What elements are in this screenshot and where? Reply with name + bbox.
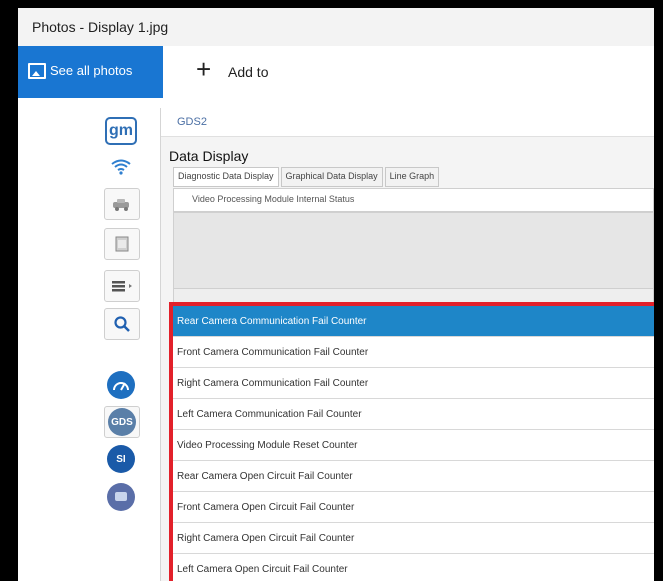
list-item-label: Front Camera Communication Fail Counter: [177, 347, 369, 358]
wifi-icon[interactable]: [104, 152, 138, 182]
list-item-label: Rear Camera Communication Fail Counter: [177, 316, 367, 327]
empty-panel: [173, 212, 654, 304]
list-item[interactable]: Right Camera Communication Fail Counter: [173, 368, 654, 399]
si-badge: SI: [107, 445, 135, 473]
photo-icon: [28, 63, 46, 79]
module-status-label: Video Processing Module Internal Status: [192, 194, 355, 204]
gds-badge: GDS: [108, 408, 136, 436]
list-item-label: Right Camera Open Circuit Fail Counter: [177, 533, 355, 544]
gds-header-label: GDS2: [177, 116, 207, 128]
profile-badge: [107, 483, 135, 511]
gauge-badge: [107, 371, 135, 399]
list-item-label: Front Camera Open Circuit Fail Counter: [177, 502, 355, 513]
list-item[interactable]: Rear Camera Open Circuit Fail Counter: [173, 461, 654, 492]
tab-line-graph[interactable]: Line Graph: [384, 167, 440, 187]
data-display-title: Data Display: [169, 148, 249, 164]
list-item-label: Video Processing Module Reset Counter: [177, 440, 358, 451]
see-all-photos-label: See all photos: [50, 63, 133, 78]
list-item[interactable]: Left Camera Communication Fail Counter: [173, 399, 654, 430]
see-all-photos-button[interactable]: See all photos: [18, 46, 163, 98]
list-item-label: Left Camera Open Circuit Fail Counter: [177, 564, 348, 575]
tab-graphical-data-display[interactable]: Graphical Data Display: [280, 167, 383, 187]
panel-strip: [174, 288, 653, 303]
data-display-tabs: Diagnostic Data Display Graphical Data D…: [173, 167, 441, 187]
gm-logo-icon[interactable]: gm: [104, 116, 138, 146]
profile-icon[interactable]: [104, 482, 138, 512]
list-item[interactable]: Video Processing Module Reset Counter: [173, 430, 654, 461]
gm-logo: gm: [105, 117, 137, 145]
title-bar: Photos - Display 1.jpg: [18, 8, 654, 46]
search-icon[interactable]: [104, 308, 140, 340]
gds-header: GDS2: [161, 108, 654, 137]
photos-toolbar: See all photos + Add to: [18, 46, 654, 98]
module-status-row[interactable]: Video Processing Module Internal Status: [173, 188, 654, 212]
list-item-label: Rear Camera Open Circuit Fail Counter: [177, 471, 353, 482]
window-title: Photos - Display 1.jpg: [32, 19, 169, 35]
list-item[interactable]: Right Camera Open Circuit Fail Counter: [173, 523, 654, 554]
vehicle-icon[interactable]: [104, 188, 140, 220]
add-to-label: Add to: [228, 64, 269, 80]
si-icon[interactable]: SI: [104, 444, 138, 474]
gds-sidebar: gm GDS SI: [98, 110, 156, 581]
list-menu-icon[interactable]: [104, 270, 140, 302]
list-item[interactable]: Rear Camera Communication Fail Counter: [173, 306, 654, 337]
list-item[interactable]: Left Camera Open Circuit Fail Counter: [173, 554, 654, 581]
module-icon[interactable]: [104, 228, 140, 260]
tab-diagnostic-data-display[interactable]: Diagnostic Data Display: [173, 167, 279, 187]
list-item-label: Left Camera Communication Fail Counter: [177, 409, 362, 420]
gauge-icon[interactable]: [104, 370, 138, 400]
highlighted-parameter-list: Rear Camera Communication Fail Counter F…: [169, 302, 654, 581]
list-item-label: Right Camera Communication Fail Counter: [177, 378, 369, 389]
photos-window: Photos - Display 1.jpg See all photos + …: [18, 8, 654, 581]
plus-icon: +: [196, 54, 212, 84]
list-item[interactable]: Front Camera Open Circuit Fail Counter: [173, 492, 654, 523]
gds-icon[interactable]: GDS: [104, 406, 140, 438]
photo-content: gm GDS SI GDS2 Data Display Diagnostic D…: [18, 98, 654, 581]
list-item[interactable]: Front Camera Communication Fail Counter: [173, 337, 654, 368]
